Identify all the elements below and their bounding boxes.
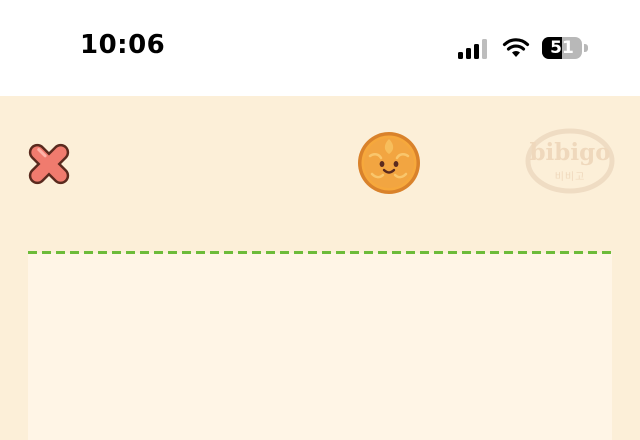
brand-logo: bibigo 비비고 — [524, 127, 616, 195]
wifi-icon — [502, 38, 530, 57]
close-icon[interactable] — [22, 137, 76, 191]
play-area[interactable] — [28, 251, 612, 440]
battery-level: 51 — [550, 38, 574, 58]
battery-icon: 51 — [542, 37, 590, 59]
status-time: 10:06 — [80, 30, 166, 60]
brand-logo-text: bibigo — [529, 139, 611, 166]
status-bar: 10:06 51 — [0, 0, 640, 96]
smiling-dumpling-coin-icon — [358, 132, 420, 194]
limit-line — [28, 251, 612, 254]
brand-logo-subtext: 비비고 — [554, 172, 586, 183]
cellular-signal-icon — [458, 39, 487, 59]
